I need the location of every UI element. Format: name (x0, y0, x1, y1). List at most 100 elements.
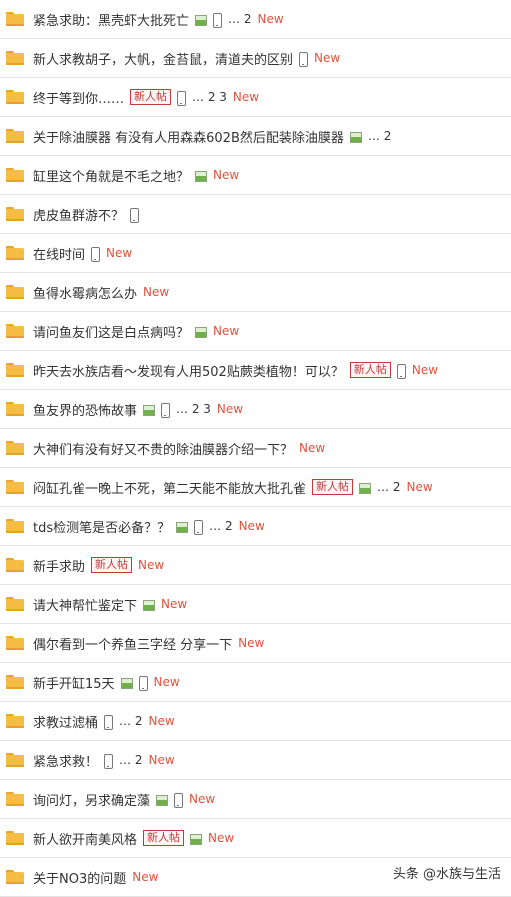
folder-icon (6, 636, 24, 650)
thread-title[interactable]: 闷缸孔雀一晚上不死，第二天能不能放大批孔雀 (33, 478, 306, 497)
mobile-icon (104, 753, 114, 769)
thread-row[interactable]: 询问灯，另求确定藻 New (0, 780, 511, 819)
new-badge: New (232, 90, 260, 104)
mobile-icon (174, 792, 184, 808)
image-icon (143, 599, 156, 611)
thread-row[interactable]: 鱼友界的恐怖故事 … 2 3 New (0, 390, 511, 429)
folder-icon (6, 402, 24, 416)
thread-row[interactable]: 新手开缸15天 New (0, 663, 511, 702)
folder-icon (6, 792, 24, 806)
thread-row[interactable]: 偶尔看到一个养鱼三字经 分享一下 New (0, 624, 511, 663)
folder-icon (6, 753, 24, 767)
new-badge: New (189, 792, 216, 806)
thread-title[interactable]: 询问灯，另求确定藻 (33, 790, 150, 809)
thread-title[interactable]: 在线时间 (33, 244, 85, 263)
thread-title[interactable]: 偶尔看到一个养鱼三字经 分享一下 (33, 634, 232, 653)
folder-icon (6, 714, 24, 728)
thread-row[interactable]: 请大神帮忙鉴定下 New (0, 585, 511, 624)
thread-title[interactable]: 鱼得水霉病怎么办 (33, 283, 137, 302)
thread-title[interactable]: 虎皮鱼群游不？ (33, 205, 124, 224)
newbie-badge: 新人帖 (143, 830, 185, 846)
thread-title[interactable]: 关于除油膜器 有没有人用森森602B然后配装除油膜器 (33, 127, 344, 146)
thread-row[interactable]: 虎皮鱼群游不？ (0, 195, 511, 234)
thread-row[interactable]: 紧急求救！ … 2 New (0, 741, 511, 780)
newbie-badge: 新人帖 (349, 362, 391, 378)
new-badge: New (213, 324, 240, 338)
thread-title[interactable]: 请问鱼友们这是白点病吗？ (33, 322, 189, 341)
thread-title[interactable]: 大神们有没有好又不贵的除油膜器介绍一下？ (33, 439, 293, 458)
thread-title[interactable]: 新手开缸15天 (33, 673, 115, 692)
page-links[interactable]: … 2 (209, 519, 232, 533)
mobile-icon (177, 90, 187, 106)
thread-row[interactable]: 大神们有没有好又不贵的除油膜器介绍一下？ New (0, 429, 511, 468)
folder-icon (6, 363, 24, 377)
page-links[interactable]: … 2 3 (176, 402, 211, 416)
thread-row[interactable]: 新人欲开南美风格 新人帖 New (0, 819, 511, 858)
thread-row[interactable]: 求教过滤桶 … 2 New (0, 702, 511, 741)
new-badge: New (148, 714, 175, 728)
image-icon (156, 794, 169, 806)
folder-icon (6, 90, 24, 104)
image-icon (143, 404, 156, 416)
image-icon (176, 521, 189, 533)
new-badge: New (143, 285, 170, 299)
page-links[interactable]: … 2 3 (192, 90, 227, 104)
thread-row[interactable]: 昨天去水族店看～发现有人用502贴蕨类植物！可以？ 新人帖 New (0, 351, 511, 390)
mobile-icon (213, 12, 223, 28)
folder-icon (6, 168, 24, 182)
thread-title[interactable]: 缸里这个角就是不毛之地？ (33, 166, 189, 185)
thread-title[interactable]: 紧急求助：黑壳虾大批死亡 (33, 10, 189, 29)
thread-title[interactable]: 关于NO3的问题 (33, 868, 126, 887)
thread-row[interactable]: 闷缸孔雀一晚上不死，第二天能不能放大批孔雀 新人帖 … 2 New (0, 468, 511, 507)
thread-title[interactable]: 新人欲开南美风格 (33, 829, 137, 848)
folder-icon (6, 480, 24, 494)
thread-row[interactable]: 新人求教胡子，大帆，金苔鼠，清道夫的区别 New (0, 39, 511, 78)
folder-icon (6, 441, 24, 455)
page-links[interactable]: … 2 (119, 714, 142, 728)
page-links[interactable]: … 2 (228, 12, 251, 26)
thread-row[interactable]: 缸里这个角就是不毛之地？ New (0, 156, 511, 195)
folder-icon (6, 285, 24, 299)
thread-row[interactable]: 在线时间 New (0, 234, 511, 273)
mobile-icon (104, 714, 114, 730)
thread-title[interactable]: 求教过滤桶 (33, 712, 98, 731)
page-links[interactable]: … 2 (377, 480, 400, 494)
page-links[interactable]: … 2 (119, 753, 142, 767)
folder-icon (6, 207, 24, 221)
thread-row[interactable]: 鱼得水霉病怎么办 New (0, 273, 511, 312)
folder-icon (6, 831, 24, 845)
thread-title[interactable]: 鱼友界的恐怖故事 (33, 400, 137, 419)
mobile-icon (130, 207, 140, 223)
new-badge: New (148, 753, 175, 767)
new-badge: New (213, 168, 240, 182)
page-links[interactable]: … 2 (368, 129, 391, 143)
thread-list: 紧急求助：黑壳虾大批死亡 … 2 New 新人求教胡子，大帆，金苔鼠，清道夫的区别 Ne… (0, 0, 511, 897)
thread-row[interactable]: 请问鱼友们这是白点病吗？ New (0, 312, 511, 351)
folder-icon (6, 870, 24, 884)
new-badge: New (299, 441, 326, 455)
thread-row[interactable]: 紧急求助：黑壳虾大批死亡 … 2 New (0, 0, 511, 39)
thread-title[interactable]: 终于等到你…… (33, 88, 124, 107)
folder-icon (6, 324, 24, 338)
thread-row[interactable]: 终于等到你…… 新人帖 … 2 3 New (0, 78, 511, 117)
new-badge: New (208, 831, 235, 845)
thread-title[interactable]: 新人求教胡子，大帆，金苔鼠，清道夫的区别 (33, 49, 293, 68)
thread-row[interactable]: 关于除油膜器 有没有人用森森602B然后配装除油膜器 … 2 (0, 117, 511, 156)
thread-title[interactable]: tds检测笔是否必备？？ (33, 517, 170, 536)
thread-title[interactable]: 请大神帮忙鉴定下 (33, 595, 137, 614)
folder-icon (6, 246, 24, 260)
new-badge: New (314, 51, 341, 65)
thread-title[interactable]: 新手求助 (33, 556, 85, 575)
thread-title[interactable]: 紧急求救！ (33, 751, 98, 770)
folder-icon (6, 558, 24, 572)
thread-row[interactable]: tds检测笔是否必备？？ … 2 New (0, 507, 511, 546)
new-badge: New (216, 402, 244, 416)
new-badge: New (257, 12, 284, 26)
thread-title[interactable]: 昨天去水族店看～发现有人用502贴蕨类植物！可以？ (33, 361, 344, 380)
mobile-icon (396, 363, 406, 379)
image-icon (349, 131, 362, 143)
mobile-icon (194, 519, 204, 535)
watermark: 头条 @水族与生活 (392, 867, 501, 882)
thread-row[interactable]: 新手求助 新人帖 New (0, 546, 511, 585)
new-badge: New (406, 480, 433, 494)
